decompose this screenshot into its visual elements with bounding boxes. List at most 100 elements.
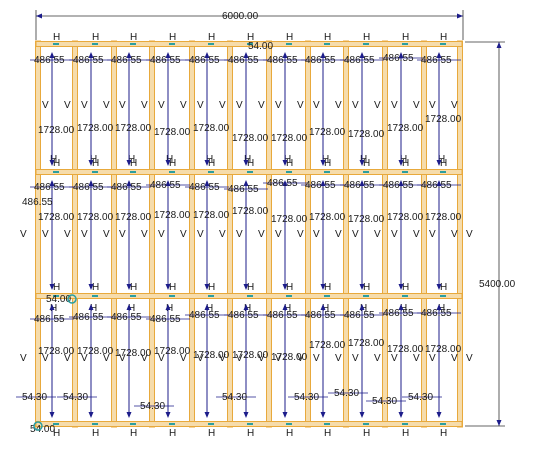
offset-label: 54.00 bbox=[248, 41, 273, 52]
dimension-arrow bbox=[36, 13, 42, 19]
stud bbox=[111, 40, 117, 428]
stud-length-label: 1728.00 bbox=[193, 123, 230, 134]
vertical-marker: V bbox=[42, 100, 49, 111]
vertical-marker: V bbox=[103, 100, 110, 111]
offset-label: 54.30 bbox=[22, 392, 47, 403]
stud-length-label: 1728.00 bbox=[271, 352, 308, 363]
vertical-marker: V bbox=[297, 229, 304, 240]
vertical-marker: V bbox=[236, 229, 243, 240]
overall-height-label: 5400.00 bbox=[479, 279, 516, 290]
vertical-marker: V bbox=[81, 100, 88, 111]
vertical-marker: V bbox=[103, 229, 110, 240]
horizontal-marker: H bbox=[130, 32, 137, 43]
spacing-label: 486.55 bbox=[267, 310, 298, 321]
horizontal-marker: H bbox=[53, 282, 60, 293]
dimension-arrow bbox=[165, 412, 171, 418]
offset-label: 54.30 bbox=[372, 396, 397, 407]
spacing-label: 486.55 bbox=[421, 180, 452, 191]
offset-label: 54.30 bbox=[408, 392, 433, 403]
vertical-marker: V bbox=[297, 100, 304, 111]
vertical-marker: V bbox=[413, 229, 420, 240]
dimension-arrow bbox=[359, 412, 365, 418]
horizontal-marker: H bbox=[130, 282, 137, 293]
horizontal-marker: H bbox=[286, 282, 293, 293]
vertical-marker: V bbox=[374, 229, 381, 240]
stud-length-label: 1728.00 bbox=[309, 127, 346, 138]
spacing-label: 486.55 bbox=[189, 182, 220, 193]
spacing-label: 486.55 bbox=[305, 310, 336, 321]
stud-length-label: 1728.00 bbox=[425, 114, 462, 125]
horizontal-marker: H bbox=[169, 428, 176, 439]
stud bbox=[227, 40, 233, 428]
horizontal-marker: H bbox=[324, 282, 331, 293]
dimension-arrow bbox=[398, 412, 404, 418]
spacing-label: 486.55 bbox=[228, 55, 259, 66]
overall-width-label: 6000.00 bbox=[222, 11, 259, 22]
stud-length-label: 1728.00 bbox=[348, 338, 385, 349]
vertical-marker: V bbox=[313, 353, 320, 364]
spacing-label: 486.55 bbox=[305, 55, 336, 66]
stud-length-label: 1728.00 bbox=[77, 346, 114, 357]
vertical-marker: V bbox=[20, 229, 27, 240]
vertical-marker: V bbox=[158, 229, 165, 240]
horizontal-marker: H bbox=[130, 428, 137, 439]
vertical-marker: V bbox=[335, 100, 342, 111]
stud-length-label: 1728.00 bbox=[271, 133, 308, 144]
spacing-label: 486.55 bbox=[383, 180, 414, 191]
vertical-marker: V bbox=[236, 100, 243, 111]
dimension-arrow bbox=[126, 412, 132, 418]
vertical-marker: V bbox=[180, 100, 187, 111]
vertical-marker: V bbox=[313, 100, 320, 111]
horizontal-marker: H bbox=[208, 32, 215, 43]
stud-length-label: 1728.00 bbox=[271, 214, 308, 225]
vertical-marker: V bbox=[219, 100, 226, 111]
spacing-label: 486.55 bbox=[267, 178, 298, 189]
stud-length-label: 1728.00 bbox=[154, 210, 191, 221]
spacing-label: 486.55 bbox=[73, 182, 104, 193]
horizontal-marker: H bbox=[208, 428, 215, 439]
stud-length-label: 1728.00 bbox=[387, 212, 424, 223]
stud-length-label: 1728.00 bbox=[232, 350, 269, 361]
vertical-marker: V bbox=[466, 353, 473, 364]
stud-length-label: 1728.00 bbox=[154, 346, 191, 357]
vertical-marker: V bbox=[64, 229, 71, 240]
vertical-marker: V bbox=[352, 353, 359, 364]
vertical-marker: V bbox=[466, 229, 473, 240]
stud bbox=[421, 40, 427, 428]
vertical-marker: V bbox=[352, 100, 359, 111]
stud bbox=[35, 40, 41, 428]
spacing-label: 486.55 bbox=[305, 180, 336, 191]
vertical-marker: V bbox=[119, 100, 126, 111]
vertical-marker: V bbox=[275, 100, 282, 111]
dimension-arrow bbox=[457, 13, 463, 19]
vertical-marker: V bbox=[391, 229, 398, 240]
stud-length-label: 1728.00 bbox=[425, 212, 462, 223]
stud bbox=[457, 40, 463, 428]
spacing-label: 486.55 bbox=[150, 180, 181, 191]
vertical-marker: V bbox=[429, 229, 436, 240]
stud-length-label: 1728.00 bbox=[348, 129, 385, 140]
dimension-arrow bbox=[282, 412, 288, 418]
offset-label: 54.30 bbox=[63, 392, 88, 403]
stud-length-label: 1728.00 bbox=[154, 127, 191, 138]
horizontal-marker: H bbox=[440, 32, 447, 43]
spacing-label: 486.55 bbox=[73, 312, 104, 323]
stud-length-label: 1728.00 bbox=[387, 123, 424, 134]
vertical-marker: V bbox=[451, 229, 458, 240]
stud-length-label: 1728.00 bbox=[232, 133, 269, 144]
stud-length-label: 1728.00 bbox=[38, 125, 75, 136]
dimension-arrow bbox=[204, 412, 210, 418]
vertical-marker: V bbox=[81, 229, 88, 240]
spacing-label: 486.55 bbox=[111, 182, 142, 193]
spacing-label: 486.55 bbox=[34, 55, 65, 66]
dimension-arrow bbox=[88, 412, 94, 418]
stud-length-label: 1728.00 bbox=[115, 123, 152, 134]
stud bbox=[382, 40, 388, 428]
stud-length-label: 1728.00 bbox=[77, 123, 114, 134]
horizontal-marker: H bbox=[402, 32, 409, 43]
vertical-marker: V bbox=[335, 229, 342, 240]
spacing-label: 486.55 bbox=[189, 310, 220, 321]
vertical-marker: V bbox=[219, 229, 226, 240]
horizontal-marker: H bbox=[440, 428, 447, 439]
vertical-marker: V bbox=[64, 100, 71, 111]
